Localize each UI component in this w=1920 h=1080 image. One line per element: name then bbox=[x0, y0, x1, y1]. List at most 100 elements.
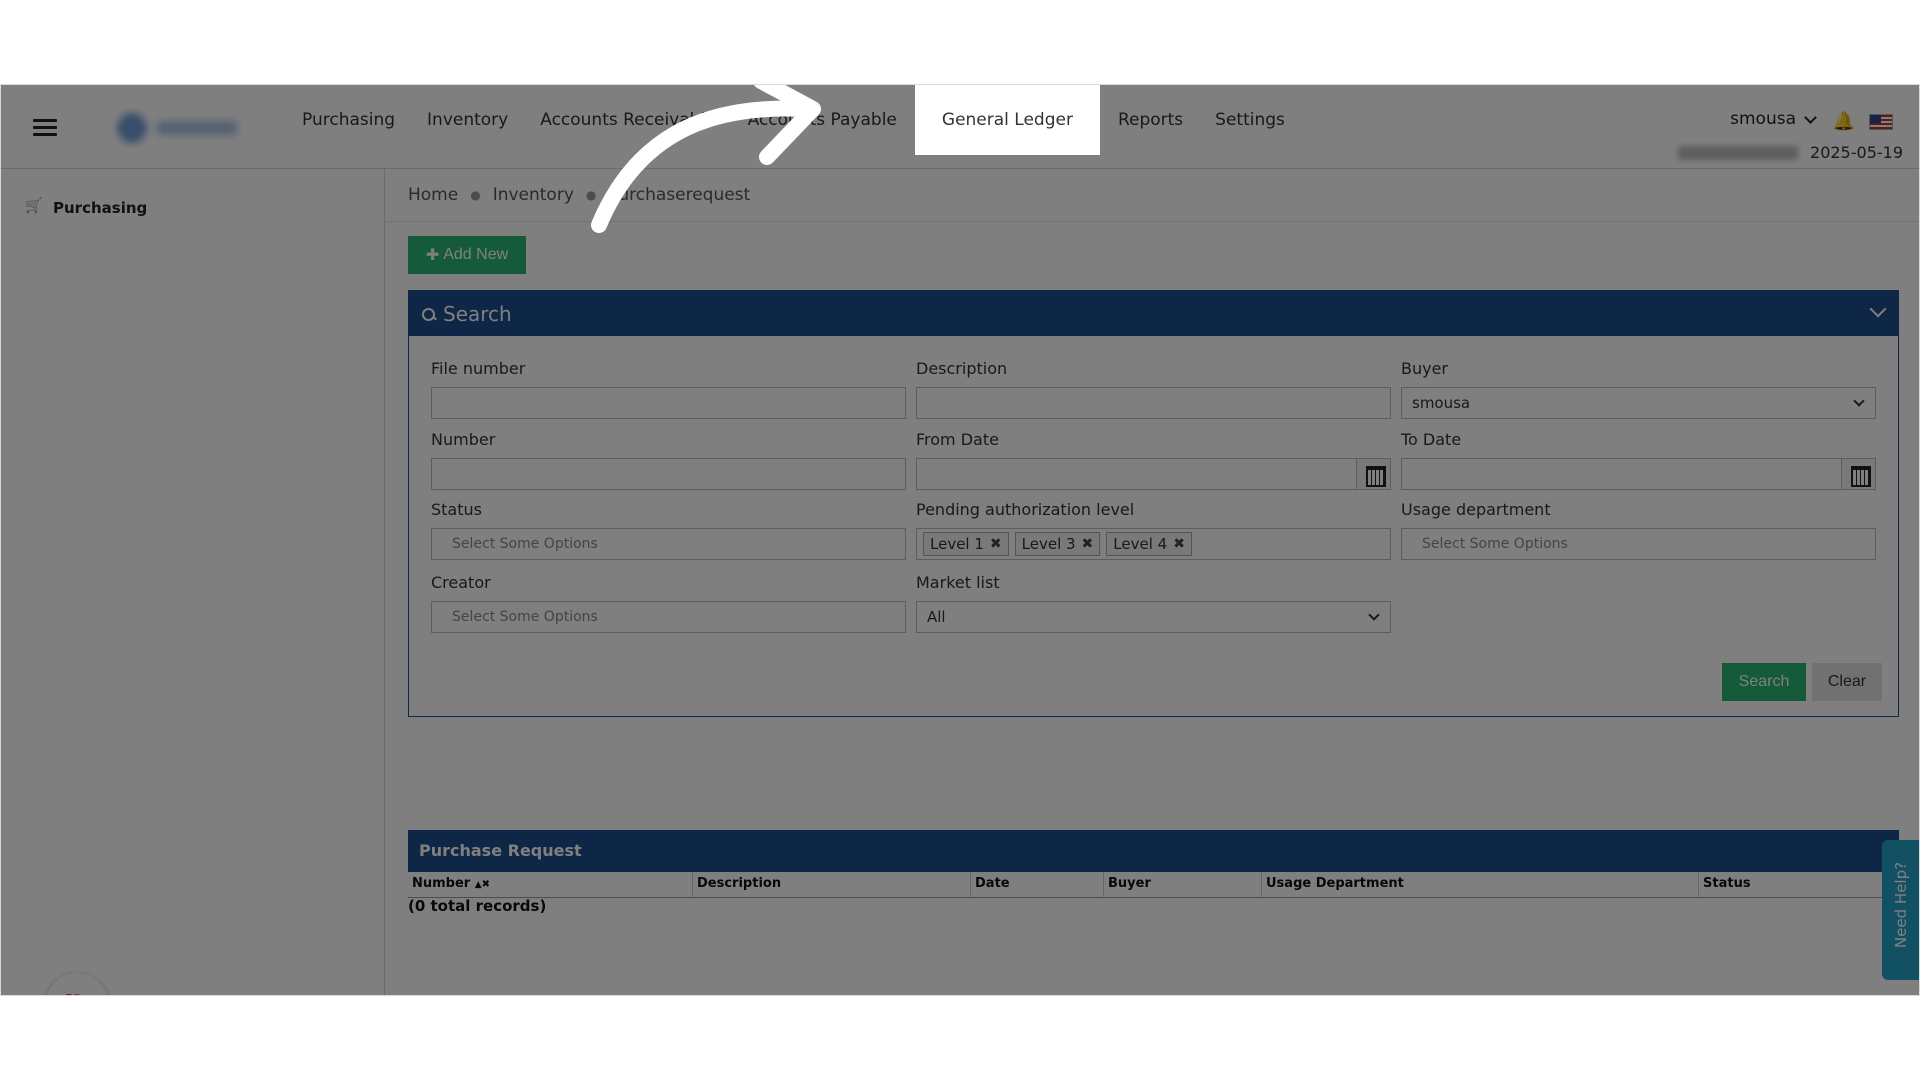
buyer-value: smousa bbox=[1412, 394, 1471, 412]
bell-icon[interactable]: 🔔 bbox=[1833, 111, 1855, 132]
tag-label: Level 1 bbox=[930, 535, 984, 553]
app-window: Purchasing Inventory Accounts Receivable… bbox=[0, 84, 1920, 996]
clear-button[interactable]: Clear bbox=[1812, 663, 1882, 701]
field-label: File number bbox=[431, 359, 526, 378]
number-input[interactable] bbox=[431, 458, 906, 490]
chat-logo: g. bbox=[61, 984, 94, 995]
breadcrumb-separator: ● bbox=[470, 188, 481, 202]
col-usage-department[interactable]: Usage Department bbox=[1262, 872, 1699, 898]
screen: Purchasing Inventory Accounts Receivable… bbox=[0, 0, 1920, 1080]
buyer-select[interactable]: smousa bbox=[1401, 387, 1876, 419]
date-display: 2025-05-19 bbox=[1678, 143, 1903, 162]
pending-auth-multiselect[interactable]: Level 1 ✖ Level 3 ✖ Level 4 ✖ bbox=[916, 528, 1391, 560]
remove-tag-icon[interactable]: ✖ bbox=[1082, 536, 1094, 552]
col-number[interactable]: Number ▲✖ bbox=[408, 872, 693, 898]
company-logo bbox=[117, 109, 247, 147]
top-navbar: Purchasing Inventory Accounts Receivable… bbox=[1, 85, 1919, 169]
calendar-icon[interactable] bbox=[1356, 459, 1390, 489]
search-panel: Search File number Description Buyer smo… bbox=[408, 290, 1899, 717]
search-panel-header[interactable]: Search bbox=[409, 291, 1898, 336]
column-label: Number bbox=[412, 876, 471, 891]
field-label: Status bbox=[431, 500, 482, 519]
from-date-field: From Date bbox=[916, 430, 1391, 490]
field-label: From Date bbox=[916, 430, 999, 449]
usage-department-field: Usage department Select Some Options bbox=[1401, 500, 1876, 560]
field-label: Number bbox=[431, 430, 496, 449]
nav-purchasing[interactable]: Purchasing bbox=[286, 85, 411, 155]
plus-icon: ✚ bbox=[425, 247, 440, 264]
chevron-down-icon bbox=[1853, 395, 1865, 407]
nav-general-ledger[interactable]: General Ledger bbox=[914, 85, 1100, 155]
tag-label: Level 3 bbox=[1021, 535, 1076, 553]
col-buyer[interactable]: Buyer bbox=[1104, 872, 1262, 898]
breadcrumb-inventory[interactable]: Inventory bbox=[493, 185, 574, 205]
redacted-company bbox=[1678, 145, 1799, 160]
col-status[interactable]: Status bbox=[1699, 872, 1899, 898]
search-panel-title: Search bbox=[443, 301, 512, 326]
creator-field: Creator Select Some Options bbox=[431, 573, 906, 633]
breadcrumb: Home ● Inventory ● Purchaserequest bbox=[408, 185, 750, 205]
username: smousa bbox=[1730, 109, 1796, 129]
from-date-input[interactable] bbox=[916, 458, 1391, 490]
menu-icon[interactable] bbox=[33, 119, 57, 137]
usage-department-multiselect[interactable]: Select Some Options bbox=[1401, 528, 1876, 560]
col-date[interactable]: Date bbox=[971, 872, 1104, 898]
main-nav: Purchasing Inventory Accounts Receivable… bbox=[286, 85, 1301, 155]
field-label: To Date bbox=[1401, 430, 1462, 449]
sidebar-item-purchasing[interactable]: Purchasing bbox=[25, 199, 147, 217]
sort-asc-icon[interactable]: ▲ bbox=[475, 880, 482, 890]
add-new-label: Add New bbox=[443, 246, 509, 263]
nav-reports[interactable]: Reports bbox=[1102, 85, 1199, 155]
calendar-icon[interactable] bbox=[1841, 459, 1875, 489]
col-description[interactable]: Description bbox=[693, 872, 971, 898]
buyer-field: Buyer smousa bbox=[1401, 359, 1876, 419]
market-list-field: Market list All bbox=[916, 573, 1391, 633]
market-list-value: All bbox=[927, 608, 946, 626]
divider bbox=[386, 221, 1919, 222]
us-flag-icon[interactable] bbox=[1869, 114, 1893, 130]
nav-settings[interactable]: Settings bbox=[1199, 85, 1301, 155]
field-label: Buyer bbox=[1401, 359, 1449, 378]
to-date-field: To Date bbox=[1401, 430, 1876, 490]
market-list-select[interactable]: All bbox=[916, 601, 1391, 633]
field-label: Market list bbox=[916, 573, 1000, 592]
remove-tag-icon[interactable]: ✖ bbox=[1173, 536, 1185, 552]
add-new-button[interactable]: ✚ Add New bbox=[408, 236, 526, 274]
user-menu[interactable]: smousa bbox=[1730, 109, 1817, 129]
creator-multiselect[interactable]: Select Some Options bbox=[431, 601, 906, 633]
file-number-input[interactable] bbox=[431, 387, 906, 419]
chat-widget[interactable]: g. 1 bbox=[45, 973, 109, 995]
sidebar: Purchasing g. 1 bbox=[1, 169, 385, 995]
nav-accounts-receivable[interactable]: Accounts Receivable bbox=[524, 85, 731, 155]
file-number-field: File number bbox=[431, 359, 906, 419]
field-label: Creator bbox=[431, 573, 491, 592]
results-columns: Number ▲✖ Description Date Buyer Usage D… bbox=[408, 872, 1899, 898]
tag-level-1: Level 1 ✖ bbox=[923, 532, 1009, 556]
tag-label: Level 4 bbox=[1113, 535, 1168, 553]
nav-inventory[interactable]: Inventory bbox=[411, 85, 524, 155]
to-date-input[interactable] bbox=[1401, 458, 1876, 490]
chevron-down-icon[interactable] bbox=[1869, 300, 1887, 318]
remove-tag-icon[interactable]: ✖ bbox=[990, 536, 1002, 552]
breadcrumb-separator: ● bbox=[585, 188, 597, 202]
description-field: Description bbox=[916, 359, 1391, 419]
breadcrumb-current: Purchaserequest bbox=[608, 185, 751, 205]
breadcrumb-home[interactable]: Home bbox=[408, 185, 458, 205]
need-help-label: Need Help? bbox=[1892, 861, 1910, 949]
field-label: Description bbox=[916, 359, 1008, 378]
search-button[interactable]: Search bbox=[1722, 663, 1806, 701]
tag-level-3: Level 3 ✖ bbox=[1014, 532, 1101, 556]
main-content: Home ● Inventory ● Purchaserequest ✚ Add … bbox=[386, 169, 1919, 995]
number-field: Number bbox=[431, 430, 906, 490]
description-input[interactable] bbox=[916, 387, 1391, 419]
status-multiselect[interactable]: Select Some Options bbox=[431, 528, 906, 560]
field-label: Usage department bbox=[1401, 500, 1551, 519]
search-icon bbox=[421, 306, 437, 322]
status-field: Status Select Some Options bbox=[431, 500, 906, 560]
remove-sort-icon[interactable]: ✖ bbox=[482, 879, 490, 890]
nav-accounts-payable[interactable]: Accounts Payable bbox=[732, 85, 913, 155]
tag-level-4: Level 4 ✖ bbox=[1106, 532, 1192, 556]
cart-icon bbox=[25, 200, 43, 216]
need-help-tab[interactable]: Need Help? bbox=[1882, 840, 1919, 980]
pending-auth-field: Pending authorization level Level 1 ✖ Lev… bbox=[916, 500, 1391, 560]
